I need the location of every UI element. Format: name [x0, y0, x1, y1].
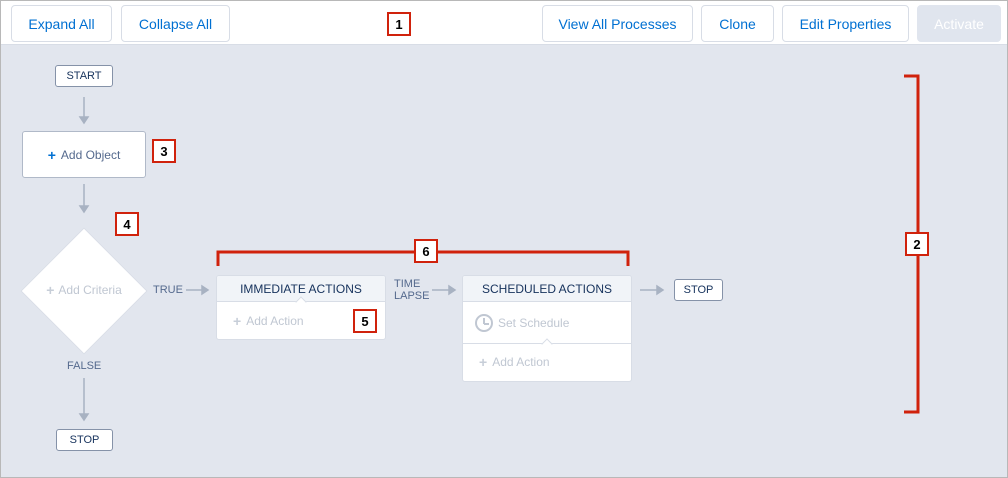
add-object-node[interactable]: + Add Object [22, 131, 146, 178]
false-label: FALSE [67, 360, 102, 372]
plus-icon: + [479, 354, 488, 370]
start-node: START [55, 65, 113, 87]
clock-icon [475, 313, 493, 332]
stop-node-bottom: STOP [56, 429, 113, 451]
time-lapse-line2: LAPSE [394, 290, 430, 302]
callout-6: 6 [414, 239, 438, 263]
callout-2: 2 [905, 232, 929, 256]
callout-3: 3 [152, 139, 176, 163]
time-lapse-line1: TIME [394, 278, 421, 290]
add-object-label: Add Object [60, 147, 121, 162]
callout-1: 1 [387, 12, 411, 36]
true-label: TRUE [153, 284, 183, 296]
arrowhead [201, 284, 210, 296]
arrowhead [78, 205, 90, 214]
add-action-label: Add Action [492, 355, 550, 369]
set-schedule-label: Set Schedule [498, 315, 570, 330]
connectors-overlay [78, 74, 920, 422]
arrowhead [656, 284, 665, 296]
plus-icon: + [47, 146, 56, 163]
callout-5: 5 [353, 309, 377, 333]
scheduled-actions-title: SCHEDULED ACTIONS [463, 276, 631, 302]
plus-icon: + [233, 312, 242, 329]
add-action-label: Add Action [246, 313, 304, 328]
arrowhead [78, 116, 90, 125]
time-lapse-label: TIME LAPSE [394, 278, 429, 302]
arrowhead [448, 284, 457, 296]
add-criteria-label: Add Criteria [58, 283, 122, 297]
scheduled-actions-box: SCHEDULED ACTIONS Set Schedule + Add Act… [462, 275, 632, 382]
arrowhead [78, 413, 90, 422]
callout-4: 4 [115, 212, 139, 236]
stop-node-right: STOP [674, 279, 723, 301]
add-criteria-node[interactable]: + Add Criteria [22, 281, 146, 299]
plus-icon: + [46, 282, 55, 298]
